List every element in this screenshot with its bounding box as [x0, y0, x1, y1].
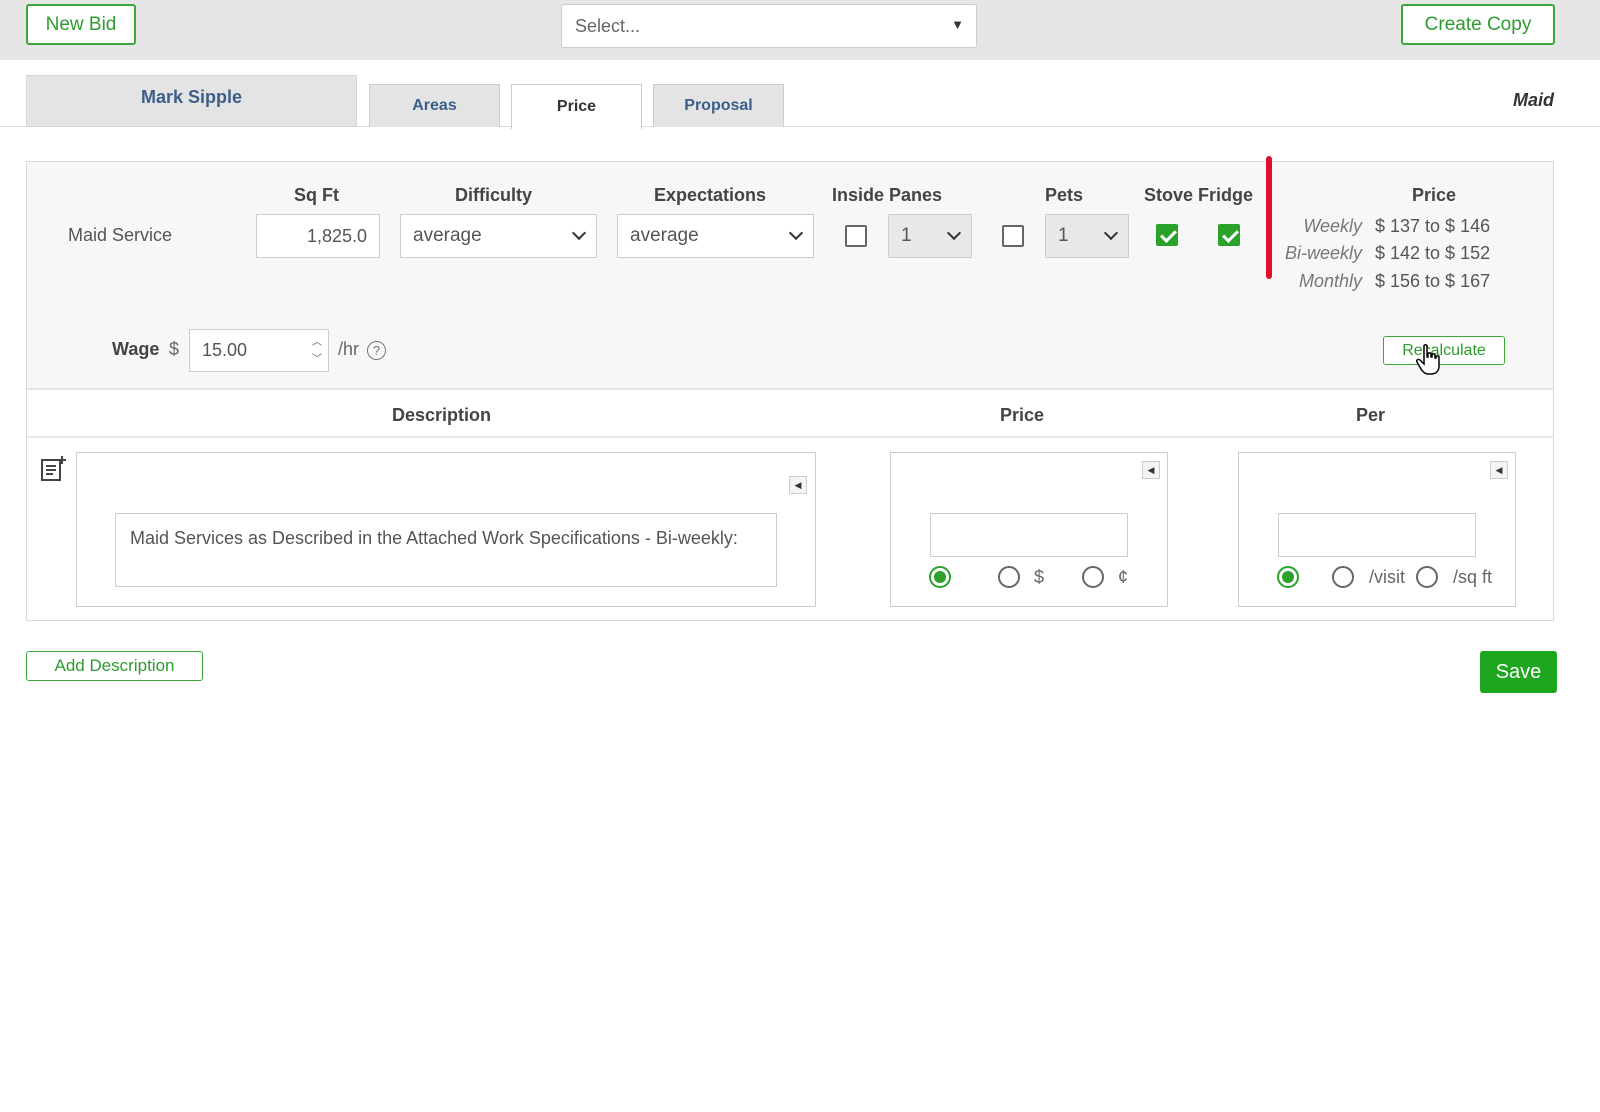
wage-currency: $ [169, 339, 180, 359]
pets-count: 1 [1058, 225, 1069, 246]
price-unit-radio-none[interactable] [929, 566, 951, 588]
grid-header-divider [27, 436, 1553, 438]
chevron-down-icon [946, 225, 962, 241]
collapse-left-icon[interactable]: ◀ [1142, 461, 1160, 479]
header-inside-panes: Inside Panes [832, 185, 943, 205]
caret-down-icon: ▼ [951, 17, 964, 32]
grid-header-per: Per [1356, 405, 1386, 425]
spin-down-icon[interactable]: ﹀ [312, 350, 322, 365]
difficulty-value: average [413, 225, 482, 246]
price-unit-radio-cent[interactable] [1082, 566, 1104, 588]
sqft-value: 1,825.0 [306, 225, 367, 246]
header-price: Price [1412, 185, 1457, 205]
save-button[interactable]: Save [1480, 651, 1557, 693]
per-visit-label: /visit [1369, 567, 1405, 587]
price-unit-cent-label: ¢ [1118, 567, 1129, 587]
wage-unit: /hr [338, 339, 360, 359]
add-description-button[interactable]: Add Description [26, 651, 203, 681]
chevron-down-icon [788, 225, 804, 241]
inside-panes-count: 1 [901, 225, 912, 246]
stove-checkbox[interactable] [1156, 224, 1178, 246]
inside-panes-count-select[interactable]: 1 [888, 214, 972, 258]
grid-header-price: Price [1000, 405, 1045, 425]
header-sqft: Sq Ft [294, 185, 339, 205]
weekly-price: $ 137 to $ 146 [1375, 216, 1491, 236]
collapse-left-icon[interactable]: ◀ [789, 476, 807, 494]
header-pets: Pets [1045, 185, 1084, 205]
expectations-value: average [630, 225, 699, 246]
bid-select-placeholder: Select... [575, 15, 641, 36]
price-unit-radio-dollar[interactable] [998, 566, 1020, 588]
inside-panes-checkbox[interactable] [845, 225, 867, 247]
monthly-price: $ 156 to $ 167 [1375, 271, 1491, 291]
biweekly-label: Bi-weekly [1284, 243, 1362, 263]
wage-label: Wage [112, 339, 160, 359]
pointer-hand-icon [1416, 344, 1440, 375]
per-radio-visit[interactable] [1332, 566, 1354, 588]
header-expectations: Expectations [654, 185, 767, 205]
chevron-down-icon [571, 225, 587, 241]
tab-price[interactable]: Price [511, 84, 642, 129]
weekly-label: Weekly [1303, 216, 1362, 236]
biweekly-price: $ 142 to $ 152 [1375, 243, 1491, 263]
header-stove-fridge: Stove Fridge [1144, 185, 1254, 205]
grid-header-description: Description [392, 405, 492, 425]
fridge-checkbox[interactable] [1218, 224, 1240, 246]
help-icon[interactable]: ? [367, 341, 386, 360]
tab-proposal[interactable]: Proposal [653, 84, 784, 127]
per-radio-sqft[interactable] [1416, 566, 1438, 588]
description-textarea[interactable]: Maid Services as Described in the Attach… [115, 513, 777, 587]
add-note-icon[interactable] [40, 454, 68, 482]
header-difficulty: Difficulty [455, 185, 533, 205]
bid-select-dropdown[interactable]: Select... ▼ [561, 4, 977, 48]
pets-checkbox[interactable] [1002, 225, 1024, 247]
tab-areas[interactable]: Areas [369, 84, 500, 127]
new-bid-button[interactable]: New Bid [26, 4, 136, 45]
collapse-left-icon[interactable]: ◀ [1490, 461, 1508, 479]
recalculate-button[interactable]: Recalculate [1383, 336, 1505, 365]
pets-count-select[interactable]: 1 [1045, 214, 1129, 258]
chevron-down-icon [1103, 225, 1119, 241]
per-input[interactable] [1278, 513, 1476, 557]
line-price-input[interactable] [930, 513, 1128, 557]
sqft-input[interactable]: 1,825.0 [256, 214, 380, 258]
service-row-label: Maid Service [68, 225, 173, 245]
per-radio-none[interactable] [1277, 566, 1299, 588]
price-unit-dollar-label: $ [1034, 567, 1045, 587]
per-sqft-label: /sq ft [1453, 567, 1493, 587]
wage-input[interactable]: 15.00 ︿ ﹀ [189, 329, 329, 372]
monthly-label: Monthly [1298, 271, 1362, 291]
client-name-tab[interactable]: Mark Sipple [26, 75, 357, 127]
spin-up-icon[interactable]: ︿ [312, 333, 322, 348]
service-type-label: Maid [1512, 90, 1554, 110]
difficulty-select[interactable]: average [400, 214, 597, 258]
expectations-select[interactable]: average [617, 214, 814, 258]
create-copy-button[interactable]: Create Copy [1401, 4, 1555, 45]
wage-value: 15.00 [202, 340, 248, 360]
